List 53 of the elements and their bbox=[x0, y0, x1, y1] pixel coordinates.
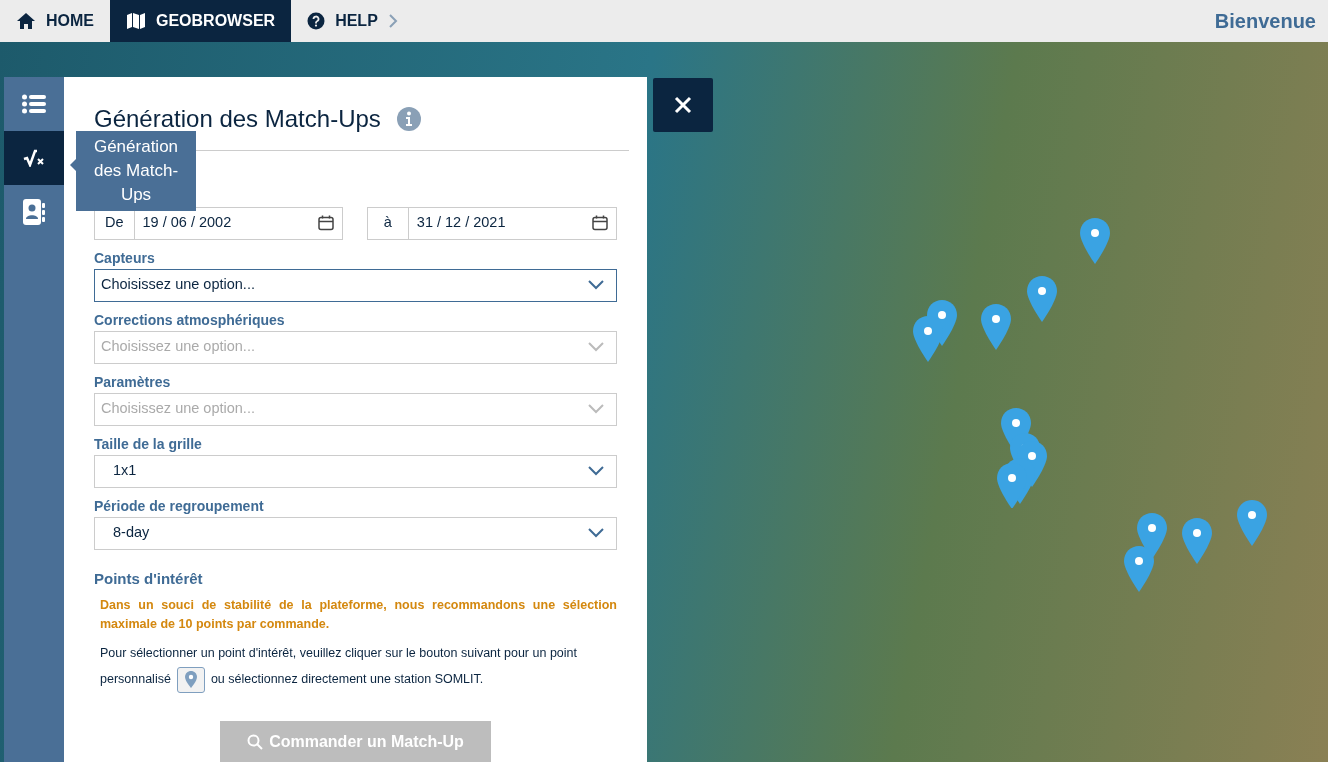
sidebar-tab[interactable] bbox=[4, 131, 64, 185]
warning-text: Dans un souci de stabilité de la plateforme, nous recommandons une sélection maximale de 10 points par commande. bbox=[100, 597, 617, 634]
field-label: Paramètres bbox=[94, 372, 172, 392]
chevron-down-icon bbox=[588, 280, 604, 291]
map-pin-icon[interactable] bbox=[1137, 513, 1167, 559]
select-field[interactable]: 1x1 bbox=[94, 454, 617, 488]
date-field[interactable]: à 31 / 12 / 2021 bbox=[366, 206, 617, 240]
instruction-text: ou sélectionnez directement une station SOMLIT. bbox=[210, 671, 484, 686]
chevron-down-icon bbox=[588, 466, 604, 477]
map-pin-icon[interactable] bbox=[1237, 500, 1267, 546]
chevron-down-icon bbox=[588, 342, 604, 353]
calendar-icon[interactable] bbox=[317, 215, 334, 232]
chevron-down-icon bbox=[588, 404, 604, 415]
close-icon bbox=[674, 96, 692, 114]
square-root-icon bbox=[23, 149, 45, 167]
instruction-text: personnalisé bbox=[100, 671, 171, 686]
menu-icon bbox=[22, 94, 46, 114]
field-label: Taille de la grille bbox=[94, 434, 203, 454]
panel-title: Génération des Match-Ups bbox=[94, 105, 381, 134]
chevron-down-icon bbox=[588, 528, 604, 539]
nav-tab[interactable]: HELP bbox=[291, 0, 394, 42]
welcome-text: Bienvenue bbox=[1214, 9, 1317, 34]
map-pin-icon bbox=[184, 671, 197, 688]
contact-card-icon bbox=[23, 199, 45, 225]
map-icon bbox=[126, 12, 146, 30]
field-label: Capteurs bbox=[94, 248, 156, 268]
info-icon[interactable] bbox=[396, 107, 421, 132]
map-pin-icon[interactable] bbox=[1182, 518, 1212, 564]
nav-tab[interactable]: HOME bbox=[0, 0, 110, 42]
select-field[interactable]: Choisissez une option... bbox=[94, 268, 617, 302]
date-prefix-label: à bbox=[367, 207, 409, 239]
calendar-icon[interactable] bbox=[592, 215, 608, 232]
map-pin-icon[interactable] bbox=[981, 304, 1011, 350]
chevron-right-icon bbox=[387, 13, 398, 29]
help-icon bbox=[307, 12, 326, 30]
tooltip: Génération des Match-Ups bbox=[76, 131, 196, 211]
date-value: 19 / 06 / 2002 bbox=[141, 213, 233, 233]
select-field[interactable]: 8-day bbox=[94, 516, 617, 550]
instruction-text: Pour sélectionner un point d'intérêt, veuillez cliquer sur le bouton suivant pour un point bbox=[100, 644, 578, 662]
search-icon bbox=[247, 734, 264, 750]
section-heading: Points d'intérêt bbox=[94, 568, 204, 589]
map-pin-icon[interactable] bbox=[1080, 218, 1110, 264]
field-label: Période de regroupement bbox=[94, 496, 265, 516]
map-pin-icon[interactable] bbox=[913, 316, 943, 362]
tooltip-arrow bbox=[70, 159, 76, 171]
date-value: 31 / 12 / 2021 bbox=[415, 213, 507, 233]
close-button[interactable] bbox=[653, 78, 713, 132]
home-icon bbox=[16, 12, 36, 30]
field-label: Corrections atmosphériques bbox=[94, 310, 286, 330]
map-pin-button[interactable] bbox=[176, 666, 205, 693]
map-pin-icon[interactable] bbox=[1124, 546, 1154, 592]
nav-tab[interactable]: GEOBROWSER bbox=[110, 0, 292, 42]
map-pin-icon[interactable] bbox=[1027, 276, 1057, 322]
